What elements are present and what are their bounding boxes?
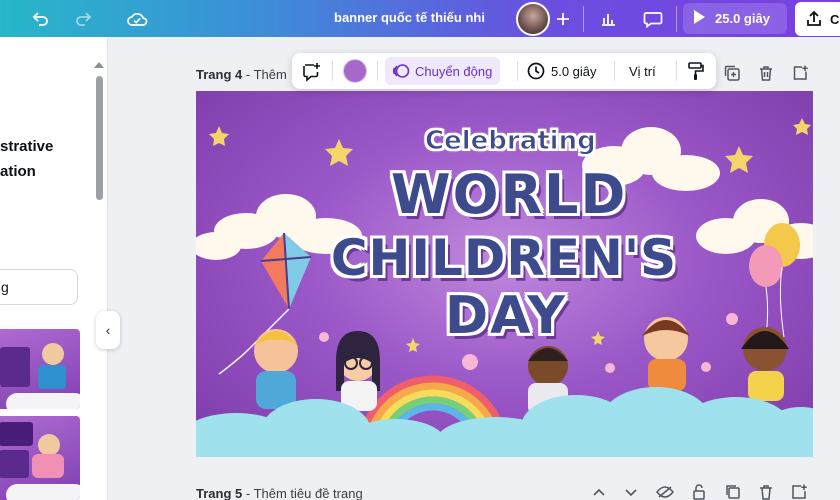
divider xyxy=(583,6,584,32)
hide-page-icon[interactable] xyxy=(656,484,674,500)
day-text[interactable]: DAY xyxy=(426,286,586,346)
element-toolbar: Chuyển động 5.0 giây Vị trí xyxy=(292,53,716,89)
share-button[interactable]: C xyxy=(795,2,840,36)
insights-chart-icon[interactable] xyxy=(594,5,622,33)
comment-add-icon[interactable] xyxy=(300,53,322,89)
clock-icon xyxy=(526,61,546,81)
comment-icon[interactable] xyxy=(639,5,667,33)
play-duration-label: 25.0 giây xyxy=(715,11,770,26)
delete-page-icon[interactable] xyxy=(756,63,776,83)
template-title-line2: ation xyxy=(0,163,36,180)
timing-button[interactable]: 5.0 giây xyxy=(526,53,597,89)
position-label: Vị trí xyxy=(629,63,656,79)
duplicate-page-icon[interactable] xyxy=(722,63,742,83)
present-button[interactable]: 25.0 giây xyxy=(683,3,787,34)
animate-button[interactable]: Chuyển động xyxy=(385,57,501,85)
top-bar: banner quốc tế thiếu nhi 25.0 giây C xyxy=(0,0,840,37)
play-icon xyxy=(692,9,706,28)
color-picker-button[interactable] xyxy=(343,53,367,89)
celebrating-text[interactable]: Celebrating xyxy=(425,126,597,157)
duration-label: 5.0 giây xyxy=(551,63,597,79)
undo-icon[interactable] xyxy=(26,5,54,33)
design-canvas[interactable]: Celebrating WORLD CHILDREN'S DAY xyxy=(196,91,813,457)
scrollbar-thumb[interactable] xyxy=(96,76,103,200)
redo-icon[interactable] xyxy=(70,5,98,33)
page-title[interactable]: Trang 5 - Thêm tiêu đề trang xyxy=(196,486,363,500)
animate-label: Chuyển động xyxy=(415,63,493,79)
avatar[interactable] xyxy=(516,2,550,36)
add-page-icon[interactable] xyxy=(790,63,810,83)
side-panel: strative ation g xyxy=(0,37,108,500)
duplicate-page-icon[interactable] xyxy=(724,484,742,500)
delete-page-icon[interactable] xyxy=(757,484,775,500)
chevron-down-icon[interactable] xyxy=(622,484,640,500)
position-button[interactable]: Vị trí xyxy=(629,53,656,89)
template-thumbnail[interactable] xyxy=(0,329,80,409)
search-input[interactable]: g xyxy=(0,269,78,305)
color-swatch xyxy=(343,59,367,83)
world-text[interactable]: WORLD xyxy=(391,163,625,226)
childrens-text[interactable]: CHILDREN'S xyxy=(324,229,684,287)
cloud-saved-icon[interactable] xyxy=(123,5,151,33)
lock-icon[interactable] xyxy=(690,484,708,500)
template-title-line1: strative xyxy=(0,138,54,155)
template-thumbnail[interactable] xyxy=(0,416,80,500)
paint-roller-icon[interactable] xyxy=(686,53,706,89)
chevron-left-icon: ‹ xyxy=(105,322,111,338)
chevron-up-icon[interactable] xyxy=(590,484,608,500)
add-page-icon[interactable] xyxy=(790,484,808,500)
document-title[interactable]: banner quốc tế thiếu nhi xyxy=(334,10,485,25)
scroll-up-arrow[interactable] xyxy=(94,62,104,68)
add-collaborator-icon[interactable] xyxy=(549,5,577,33)
animation-icon xyxy=(391,61,411,81)
divider xyxy=(676,6,677,32)
upload-icon xyxy=(804,9,824,29)
collapse-panel-button[interactable]: ‹ xyxy=(96,311,120,349)
share-label: C xyxy=(830,11,840,27)
page-title[interactable]: Trang 4 - Thêm xyxy=(196,67,287,82)
